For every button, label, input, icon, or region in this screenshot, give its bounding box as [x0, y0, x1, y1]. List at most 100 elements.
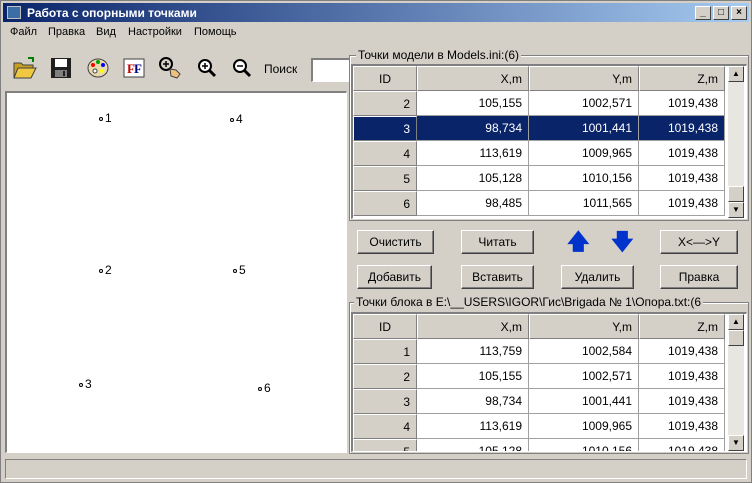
row-id: 3: [353, 389, 417, 414]
cell-y[interactable]: 1009,965: [529, 141, 639, 166]
zoom-out-icon[interactable]: [229, 55, 255, 81]
palette-icon[interactable]: [85, 55, 111, 81]
maximize-button[interactable]: □: [713, 6, 729, 20]
cell-y[interactable]: 1002,571: [529, 364, 639, 389]
arrow-down-icon[interactable]: 🡇: [611, 231, 634, 253]
cell-y[interactable]: 1009,965: [529, 414, 639, 439]
close-button[interactable]: ×: [731, 6, 747, 20]
cell-z[interactable]: 1019,438: [639, 116, 725, 141]
scroll-up-icon[interactable]: ▲: [728, 66, 744, 82]
cell-y[interactable]: 1002,571: [529, 91, 639, 116]
map-point[interactable]: 6: [258, 381, 271, 395]
cell-y[interactable]: 1011,565: [529, 191, 639, 216]
zoom-in-icon[interactable]: [194, 55, 220, 81]
cell-y[interactable]: 1001,441: [529, 389, 639, 414]
row-id: 1: [353, 339, 417, 364]
cell-z[interactable]: 1019,438: [639, 191, 725, 216]
status-bar: [3, 457, 749, 481]
minimize-button[interactable]: _: [695, 6, 711, 20]
block-table-scrollbar[interactable]: ▲ ▼: [728, 314, 744, 451]
search-input[interactable]: [311, 58, 351, 82]
row-id: 5: [353, 439, 417, 451]
svg-text:F: F: [134, 61, 142, 76]
point-label: 1: [105, 111, 112, 125]
scroll-up-icon[interactable]: ▲: [728, 314, 744, 330]
scroll-thumb[interactable]: [728, 330, 744, 346]
menu-edit[interactable]: Правка: [48, 26, 85, 38]
cell-z[interactable]: 1019,438: [639, 141, 725, 166]
cell-x[interactable]: 113,619: [417, 414, 529, 439]
swap-xy-button[interactable]: X<—>Y: [660, 230, 738, 254]
read-button[interactable]: Читать: [461, 230, 534, 254]
column-header-x[interactable]: X,m: [417, 314, 529, 339]
cell-y[interactable]: 1010,156: [529, 439, 639, 451]
block-points-title: Точки блока в E:\__USERS\IGOR\Гис\Brigad…: [354, 295, 704, 309]
menu-file[interactable]: Файл: [10, 26, 37, 38]
column-header-y[interactable]: Y,m: [529, 314, 639, 339]
column-header-z[interactable]: Z,m: [639, 314, 725, 339]
cell-z[interactable]: 1019,438: [639, 339, 725, 364]
map-point[interactable]: 4: [230, 112, 243, 126]
cell-y[interactable]: 1010,156: [529, 166, 639, 191]
point-label: 5: [239, 263, 246, 277]
point-label: 2: [105, 263, 112, 277]
cell-z[interactable]: 1019,438: [639, 166, 725, 191]
cell-x[interactable]: 105,128: [417, 166, 529, 191]
row-id: 4: [353, 414, 417, 439]
status-panel: [5, 459, 747, 479]
open-folder-icon[interactable]: [12, 55, 38, 81]
column-header-id[interactable]: ID: [353, 66, 417, 91]
scroll-down-icon[interactable]: ▼: [728, 202, 744, 218]
cell-z[interactable]: 1019,438: [639, 414, 725, 439]
column-header-y[interactable]: Y,m: [529, 66, 639, 91]
toolbar: FF Поиск: [3, 45, 351, 91]
menu-help[interactable]: Помощь: [194, 26, 237, 38]
title-bar[interactable]: Работа с опорными точками _ □ ×: [3, 3, 749, 22]
delete-button[interactable]: Удалить: [561, 265, 634, 289]
cell-x[interactable]: 105,155: [417, 364, 529, 389]
menu-settings[interactable]: Настройки: [128, 26, 182, 38]
cell-y[interactable]: 1002,584: [529, 339, 639, 364]
point-label: 3: [85, 377, 92, 391]
cell-z[interactable]: 1019,438: [639, 364, 725, 389]
points-canvas[interactable]: 1 4 2 5 3 6: [5, 91, 347, 453]
map-point[interactable]: 1: [99, 111, 112, 125]
column-header-z[interactable]: Z,m: [639, 66, 725, 91]
add-button[interactable]: Добавить: [357, 265, 432, 289]
clear-button[interactable]: Очистить: [357, 230, 434, 254]
column-header-x[interactable]: X,m: [417, 66, 529, 91]
column-header-id[interactable]: ID: [353, 314, 417, 339]
arrow-up-icon[interactable]: 🡅: [567, 231, 590, 253]
point-label: 6: [264, 381, 271, 395]
model-points-title: Точки модели в Models.ini:(6): [356, 48, 522, 62]
cell-x[interactable]: 113,619: [417, 141, 529, 166]
scroll-thumb[interactable]: [728, 186, 744, 202]
cell-x[interactable]: 98,734: [417, 116, 529, 141]
cell-x[interactable]: 105,155: [417, 91, 529, 116]
cell-z[interactable]: 1019,438: [639, 389, 725, 414]
cell-x[interactable]: 98,485: [417, 191, 529, 216]
scroll-down-icon[interactable]: ▼: [728, 435, 744, 451]
model-points-table[interactable]: ID X,m Y,m Z,m 2 105,155 1002,571 1019,4…: [351, 64, 747, 219]
map-point[interactable]: 5: [233, 263, 246, 277]
window-title: Работа с опорными точками: [27, 6, 197, 20]
cell-z[interactable]: 1019,438: [639, 439, 725, 451]
zoom-hand-icon[interactable]: [157, 55, 183, 81]
block-points-table[interactable]: ID X,m Y,m Z,m 1 113,759 1002,584 1019,4…: [351, 312, 747, 452]
row-id: 6: [353, 191, 417, 216]
map-point[interactable]: 2: [99, 263, 112, 277]
cell-y[interactable]: 1001,441: [529, 116, 639, 141]
insert-button[interactable]: Вставить: [461, 265, 534, 289]
edit-button[interactable]: Правка: [660, 265, 738, 289]
cell-x[interactable]: 105,128: [417, 439, 529, 451]
menu-view[interactable]: Вид: [96, 26, 116, 38]
row-id: 5: [353, 166, 417, 191]
cell-z[interactable]: 1019,438: [639, 91, 725, 116]
save-disk-icon[interactable]: [48, 55, 74, 81]
row-id: 2: [353, 91, 417, 116]
map-point[interactable]: 3: [79, 377, 92, 391]
cell-x[interactable]: 113,759: [417, 339, 529, 364]
model-table-scrollbar[interactable]: ▲ ▼: [728, 66, 744, 218]
font-icon[interactable]: FF: [121, 55, 147, 81]
cell-x[interactable]: 98,734: [417, 389, 529, 414]
